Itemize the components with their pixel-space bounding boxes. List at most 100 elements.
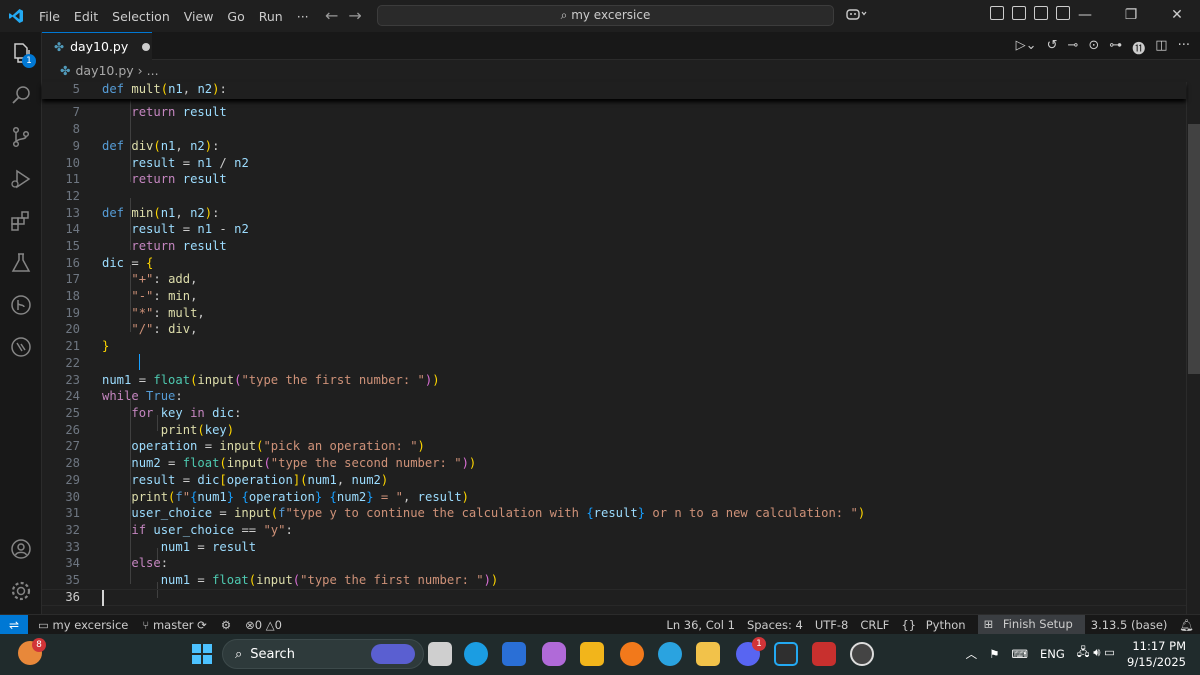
line-number: 9 (72, 139, 80, 153)
customize-layout-icon[interactable] (990, 6, 1004, 20)
run-python-icon[interactable]: ▷⌄ (1016, 38, 1037, 57)
encoding[interactable]: UTF-8 (809, 618, 855, 632)
code-editor[interactable]: 5 def mult(n1, n2): 7 return result 8 9 d… (42, 82, 1186, 614)
code-line: 20 "/": div, (42, 321, 1186, 338)
explorer-icon[interactable]: 1 (8, 40, 36, 68)
menu-more[interactable]: ··· (290, 9, 316, 24)
menu-go[interactable]: Go (220, 9, 251, 24)
workspace-status[interactable]: ▭ my excersice (38, 618, 128, 632)
testing-icon[interactable] (8, 250, 34, 276)
search-view-icon[interactable] (8, 82, 34, 108)
command-center-search[interactable]: ⌕ my excersice (377, 5, 834, 26)
tab-day10-py[interactable]: ✤ day10.py (42, 32, 152, 60)
timeline-icon[interactable]: ↺ (1047, 38, 1058, 57)
sync-icon[interactable]: ⚙ (221, 618, 231, 632)
split-editor-icon[interactable]: ◫ (1155, 38, 1167, 57)
vscode-logo-icon[interactable] (0, 0, 32, 32)
edge-icon[interactable] (464, 642, 488, 666)
remote-explorer-icon[interactable] (8, 334, 34, 360)
copilot-icon[interactable] (846, 7, 868, 25)
minimize-icon[interactable]: — (1062, 0, 1108, 32)
windows-start-icon[interactable] (192, 644, 212, 664)
line-number: 5 (72, 82, 80, 96)
code-text: for key in dic: (131, 406, 242, 420)
weather-widget-icon[interactable]: 8 (18, 638, 46, 665)
menu-file[interactable]: File (32, 9, 67, 24)
scrollbar-thumb[interactable] (1188, 124, 1200, 374)
toggle-panel-icon[interactable] (1034, 6, 1048, 20)
tray-expand-icon[interactable]: ︿ (966, 646, 978, 662)
keyboard-icon[interactable]: ⌨ (1011, 647, 1028, 661)
menu-run[interactable]: Run (252, 9, 290, 24)
indentation[interactable]: Spaces: 4 (741, 618, 809, 632)
finish-setup-label: Finish Setup (1002, 617, 1073, 631)
breadcrumb-more[interactable]: ... (147, 60, 159, 82)
code-text: num2 = float(input("type the second numb… (131, 456, 477, 470)
commit-icon[interactable]: ⊙ (1088, 38, 1099, 57)
python-interpreter[interactable]: 3.13.5 (base) (1085, 618, 1174, 632)
code-text: while True: (102, 389, 183, 403)
title-bar: File Edit Selection View Go Run ··· ←→ ⌕… (0, 0, 1200, 32)
breadcrumb-file[interactable]: day10.py (75, 60, 133, 82)
toggle-primary-sidebar-icon[interactable] (1012, 6, 1026, 20)
vscode-taskbar-icon[interactable] (774, 642, 798, 666)
cursor-position[interactable]: Ln 36, Col 1 (660, 618, 741, 632)
restore-icon[interactable]: ❐ (1108, 0, 1154, 32)
code-line: 19 "*": mult, (42, 305, 1186, 322)
go-back-icon[interactable]: ⊸ (1067, 38, 1078, 57)
source-control-icon[interactable] (8, 124, 34, 150)
tray-app-icon[interactable]: ⚑ (989, 647, 999, 661)
git-lens-icon[interactable]: ⓫ (1132, 38, 1145, 57)
taskbar-search[interactable]: ⌕ Search (222, 639, 424, 669)
network-volume-battery-icon[interactable]: 🖧 🔊︎ ▭ (1077, 645, 1115, 664)
close-icon[interactable]: ✕ (1154, 0, 1200, 32)
more-actions-icon[interactable]: ··· (1178, 38, 1190, 57)
line-number: 12 (65, 189, 80, 203)
branch-status[interactable]: ⑂ master ⟳ (142, 618, 206, 632)
commit-next-icon[interactable]: ⊶ (1109, 38, 1122, 57)
extensions-icon[interactable] (8, 208, 34, 234)
status-right: Ln 36, Col 1 Spaces: 4 UTF-8 CRLF {} Pyt… (660, 615, 1200, 634)
run-debug-icon[interactable] (8, 166, 34, 192)
remote-indicator-icon[interactable]: ⇌ (0, 614, 28, 635)
store-icon[interactable] (502, 642, 526, 666)
eclipse-icon[interactable] (620, 642, 644, 666)
menu-edit[interactable]: Edit (67, 9, 105, 24)
branch-name: master (152, 617, 194, 632)
sticky-scroll-header[interactable]: 5 def mult(n1, n2): (42, 82, 1186, 99)
copilot-app-icon[interactable] (542, 642, 566, 666)
file-explorer-icon[interactable] (696, 642, 720, 666)
git-graph-icon[interactable] (8, 292, 34, 318)
line-number: 13 (65, 206, 80, 220)
problems-status[interactable]: ⊗0 △0 (245, 618, 282, 632)
menu-selection[interactable]: Selection (105, 9, 177, 24)
window-controls: — ❐ ✕ (1062, 0, 1200, 32)
code-line: 10 result = n1 / n2 (42, 155, 1186, 172)
line-number: 19 (65, 306, 80, 320)
menu-view[interactable]: View (177, 9, 221, 24)
unsaved-dot-icon[interactable] (142, 42, 151, 51)
notifications-bell-icon[interactable]: 🔔︎ (1173, 618, 1200, 632)
psiphon-icon[interactable] (812, 642, 836, 666)
line-number: 18 (65, 289, 80, 303)
editor-scrollbar[interactable] (1186, 82, 1200, 614)
task-view-icon[interactable] (428, 642, 452, 666)
finish-setup-button[interactable]: ⊞ Finish Setup (977, 615, 1085, 634)
accounts-icon[interactable] (8, 536, 34, 562)
editor-tab-bar: ✤ day10.py ▷⌄ ↺ ⊸ ⊙ ⊶ ⓫ ◫ ··· (42, 32, 1200, 60)
line-number: 29 (65, 473, 80, 487)
code-line: 14 result = n1 - n2 (42, 221, 1186, 238)
language-mode[interactable]: {} Python (895, 618, 977, 632)
taskbar-clock[interactable]: 11:17 PM 9/15/2025 (1127, 638, 1186, 670)
end-of-line[interactable]: CRLF (854, 618, 895, 632)
language-indicator[interactable]: ENG (1040, 647, 1065, 661)
telegram-icon[interactable] (658, 642, 682, 666)
back-arrow-icon[interactable]: ← (325, 6, 348, 25)
code-text: "-": min, (131, 289, 198, 303)
discord-icon[interactable]: 1 (736, 637, 766, 666)
code-text: return result (131, 239, 227, 253)
media-player-icon[interactable] (850, 642, 874, 666)
forward-arrow-icon[interactable]: → (348, 6, 371, 25)
power-bi-icon[interactable] (580, 642, 604, 666)
manage-gear-icon[interactable] (8, 578, 34, 604)
